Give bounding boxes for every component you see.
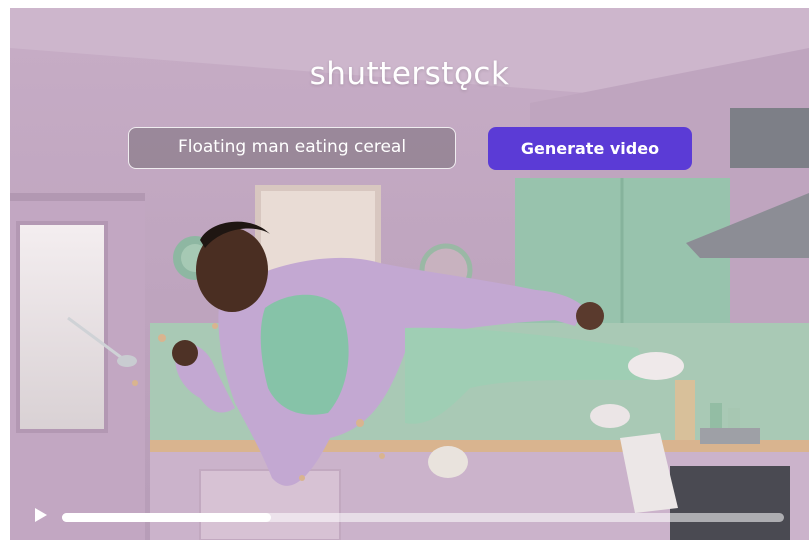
video-player: shutterstǫck Floating man eating cereal …	[10, 8, 809, 540]
generate-video-button[interactable]: Generate video	[488, 127, 692, 170]
progress-track[interactable]	[62, 513, 784, 522]
brand-logo: shutterstǫck	[309, 56, 510, 92]
progress-fill	[62, 513, 272, 522]
prompt-input[interactable]: Floating man eating cereal	[128, 127, 456, 169]
play-icon[interactable]	[35, 508, 47, 522]
player-controls	[10, 492, 809, 540]
